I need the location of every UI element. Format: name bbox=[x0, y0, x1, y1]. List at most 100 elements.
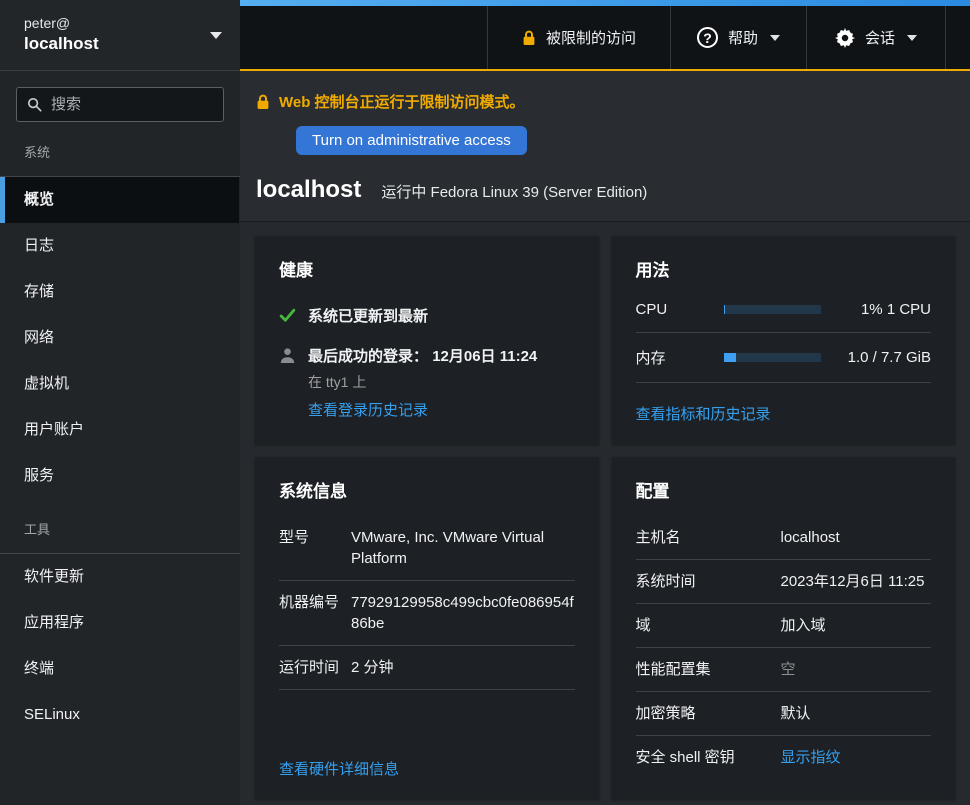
info-value: 2 分钟 bbox=[351, 657, 575, 678]
help-icon bbox=[697, 27, 718, 48]
nav-section-label: 系统 bbox=[0, 142, 240, 161]
check-icon bbox=[279, 307, 296, 324]
user-menu[interactable]: peter@ localhost bbox=[0, 0, 240, 71]
chevron-down-icon bbox=[210, 32, 222, 39]
info-value: localhost bbox=[781, 527, 932, 548]
info-label: 机器编号 bbox=[279, 592, 341, 634]
lock-icon bbox=[256, 94, 270, 110]
info-label: 运行时间 bbox=[279, 657, 341, 678]
page-header: localhost 运行中 Fedora Linux 39 (Server Ed… bbox=[240, 155, 970, 221]
masthead: 被限制的访问 帮助 会话 bbox=[240, 0, 970, 71]
page: Web 控制台正运行于限制访问模式。 Turn on administrativ… bbox=[240, 71, 970, 805]
nav-section-label: 工具 bbox=[0, 519, 240, 538]
card-title: 用法 bbox=[636, 256, 932, 281]
info-value: 空 bbox=[781, 659, 932, 680]
system-updated-text: 系统已更新到最新 bbox=[308, 307, 428, 327]
overview-cards: 健康 系统已更新到最新 最后成功的登录： bbox=[240, 221, 970, 805]
info-label: 主机名 bbox=[636, 527, 771, 548]
cpu-value: 1% 1 CPU bbox=[821, 301, 932, 318]
search-container bbox=[0, 71, 240, 122]
sidebar-item-logs[interactable]: 日志 bbox=[0, 223, 240, 269]
limited-access-label: 被限制的访问 bbox=[546, 27, 636, 48]
sidebar-item-accounts[interactable]: 用户账户 bbox=[0, 407, 240, 453]
restricted-mode-banner: Web 控制台正运行于限制访问模式。 Turn on administrativ… bbox=[240, 71, 970, 155]
memory-usage-row: 内存 1.0 / 7.7 GiB bbox=[636, 333, 932, 383]
card-title: 健康 bbox=[279, 256, 575, 281]
usage-card: 用法 CPU 1% 1 CPU 内存 1.0 / 7.7 GiB bbox=[612, 236, 956, 444]
sidebar: peter@ localhost 系统 概览 日志 存储 bbox=[0, 0, 240, 805]
show-fingerprints-link[interactable]: 显示指纹 bbox=[781, 749, 841, 766]
card-title: 系统信息 bbox=[279, 477, 575, 502]
page-title: localhost bbox=[256, 176, 361, 204]
lock-icon bbox=[522, 30, 536, 46]
system-info-card: 系统信息 型号 VMware, Inc. VMware Virtual Plat… bbox=[255, 457, 599, 799]
performance-profile-row: 性能配置集 空 bbox=[636, 648, 932, 692]
help-label: 帮助 bbox=[728, 27, 758, 48]
gear-icon bbox=[835, 28, 855, 48]
main-area: 被限制的访问 帮助 会话 bbox=[240, 0, 970, 805]
last-login-label: 最后成功的登录： bbox=[308, 348, 428, 365]
info-label: 型号 bbox=[279, 527, 341, 569]
last-login-location: 在 tty1 上 bbox=[308, 372, 575, 392]
info-value: 2023年12月6日 11:25 bbox=[781, 571, 932, 592]
sidebar-item-applications[interactable]: 应用程序 bbox=[0, 600, 240, 646]
ssh-keys-row: 安全 shell 密钥 显示指纹 bbox=[636, 736, 932, 779]
sidebar-item-software-updates[interactable]: 软件更新 bbox=[0, 554, 240, 600]
nav-section-tools: 工具 软件更新 应用程序 终端 SELinux bbox=[0, 519, 240, 738]
info-label: 域 bbox=[636, 615, 771, 636]
user-icon bbox=[279, 347, 296, 364]
info-label: 系统时间 bbox=[636, 571, 771, 592]
sidebar-item-services[interactable]: 服务 bbox=[0, 453, 240, 499]
user-hostname: localhost bbox=[24, 33, 99, 56]
uptime-row: 运行时间 2 分钟 bbox=[279, 646, 575, 690]
nav-section-system: 系统 概览 日志 存储 网络 虚拟机 用户账户 服务 bbox=[0, 142, 240, 499]
chevron-down-icon bbox=[770, 35, 780, 41]
os-subtitle: 运行中 Fedora Linux 39 (Server Edition) bbox=[381, 181, 647, 202]
sidebar-item-storage[interactable]: 存储 bbox=[0, 269, 240, 315]
username: peter@ bbox=[24, 14, 99, 33]
sidebar-nav: 系统 概览 日志 存储 网络 虚拟机 用户账户 服务 工具 软件更新 应用程序 … bbox=[0, 122, 240, 738]
admin-access-button[interactable]: Turn on administrative access bbox=[296, 126, 527, 155]
chevron-down-icon bbox=[907, 35, 917, 41]
info-value: VMware, Inc. VMware Virtual Platform bbox=[351, 527, 575, 569]
metrics-history-link[interactable]: 查看指标和历史记录 bbox=[636, 406, 771, 423]
card-title: 配置 bbox=[636, 477, 932, 502]
sidebar-item-overview[interactable]: 概览 bbox=[0, 177, 239, 223]
search-input[interactable] bbox=[51, 96, 213, 113]
memory-value: 1.0 / 7.7 GiB bbox=[821, 349, 932, 366]
crypto-policy-row: 加密策略 默认 bbox=[636, 692, 932, 736]
memory-progress-bar bbox=[724, 353, 821, 362]
sidebar-item-networking[interactable]: 网络 bbox=[0, 315, 240, 361]
last-login-time: 12月06日 11:24 bbox=[432, 348, 537, 365]
banner-message: Web 控制台正运行于限制访问模式。 bbox=[279, 91, 525, 112]
hardware-details-link[interactable]: 查看硬件详细信息 bbox=[279, 761, 399, 778]
sidebar-item-terminal[interactable]: 终端 bbox=[0, 646, 240, 692]
masthead-spacer bbox=[945, 6, 970, 69]
machine-id-row: 机器编号 77929129958c499cbc0fe086954f86be bbox=[279, 581, 575, 646]
limited-access-button[interactable]: 被限制的访问 bbox=[487, 6, 670, 69]
join-domain-action[interactable]: 加入域 bbox=[781, 615, 932, 636]
info-label: 安全 shell 密钥 bbox=[636, 747, 771, 768]
search-icon bbox=[27, 97, 42, 112]
domain-row: 域 加入域 bbox=[636, 604, 932, 648]
info-value: 77929129958c499cbc0fe086954f86be bbox=[351, 592, 575, 634]
sidebar-item-selinux[interactable]: SELinux bbox=[0, 692, 240, 738]
session-menu-button[interactable]: 会话 bbox=[806, 6, 945, 69]
info-value: 默认 bbox=[781, 703, 932, 724]
configuration-card: 配置 主机名 localhost 系统时间 2023年12月6日 11:25 域 bbox=[612, 457, 956, 799]
login-history-link[interactable]: 查看登录历史记录 bbox=[308, 402, 428, 419]
cpu-label: CPU bbox=[636, 301, 724, 318]
session-label: 会话 bbox=[865, 27, 895, 48]
cockpit-app: peter@ localhost 系统 概览 日志 存储 bbox=[0, 0, 970, 805]
user-identity: peter@ localhost bbox=[24, 14, 99, 56]
info-label: 性能配置集 bbox=[636, 659, 771, 680]
health-card: 健康 系统已更新到最新 最后成功的登录： bbox=[255, 236, 599, 444]
hostname-row: 主机名 localhost bbox=[636, 516, 932, 560]
search-box[interactable] bbox=[16, 87, 224, 122]
cpu-usage-row: CPU 1% 1 CPU bbox=[636, 287, 932, 333]
sidebar-item-virtual-machines[interactable]: 虚拟机 bbox=[0, 361, 240, 407]
help-menu-button[interactable]: 帮助 bbox=[670, 6, 806, 69]
model-row: 型号 VMware, Inc. VMware Virtual Platform bbox=[279, 516, 575, 581]
info-label: 加密策略 bbox=[636, 703, 771, 724]
cpu-progress-bar bbox=[724, 305, 821, 314]
